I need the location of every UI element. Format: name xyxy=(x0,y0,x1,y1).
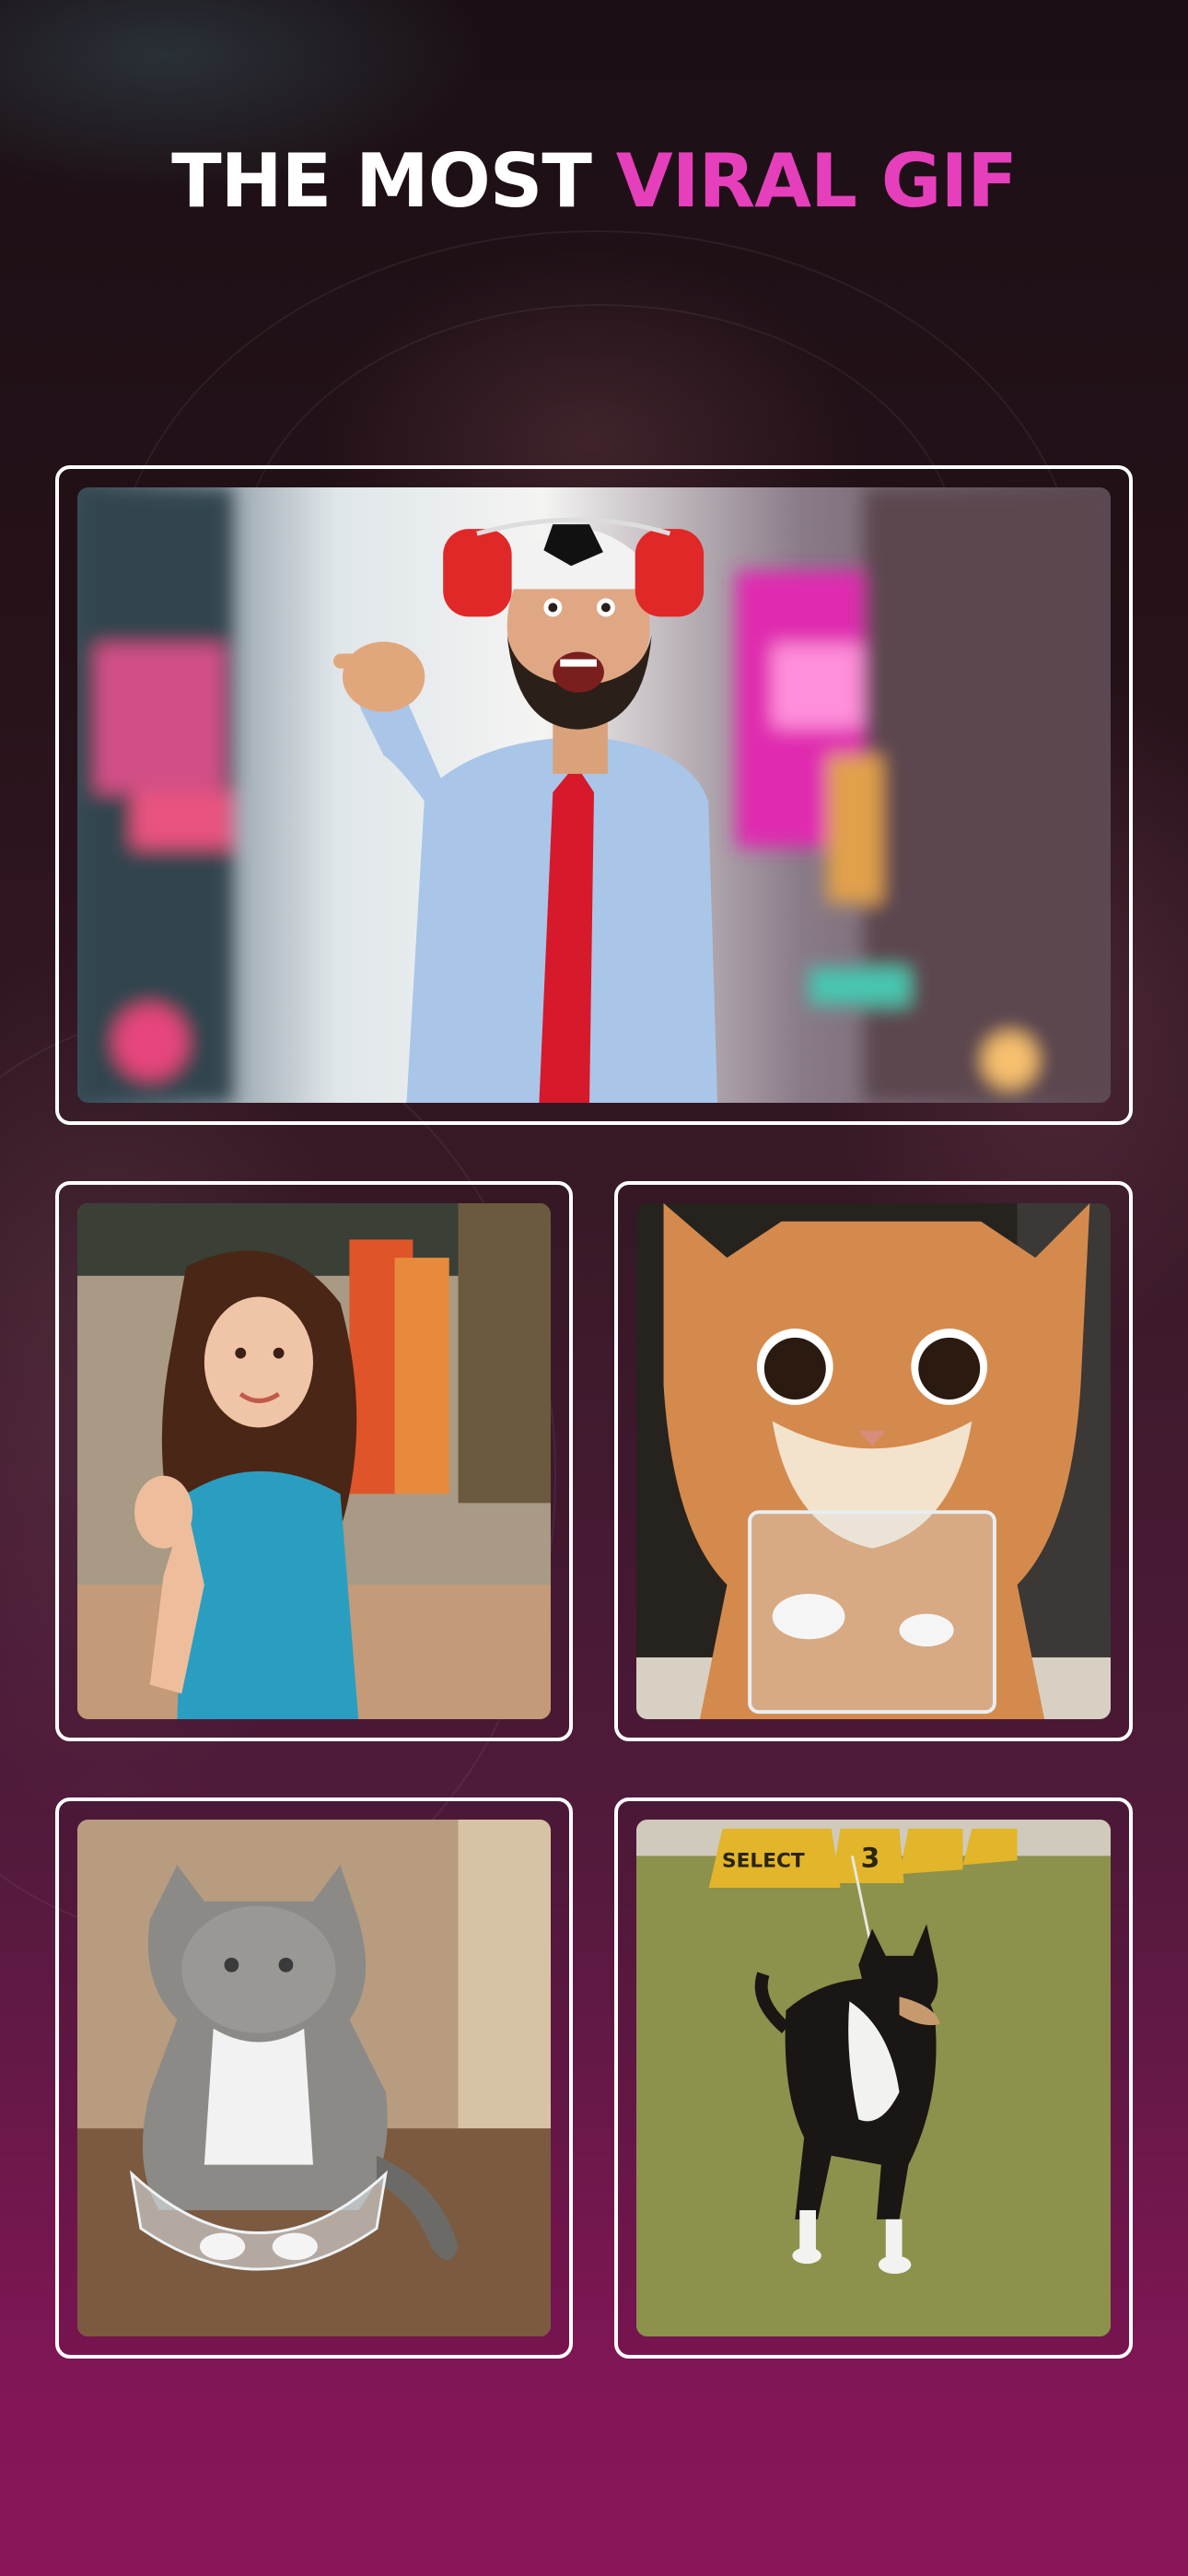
gif-image-waving-girl xyxy=(77,1203,551,1719)
gif-card-waving-girl[interactable] xyxy=(55,1181,573,1741)
title-part-accent: VIRAL GIF xyxy=(615,138,1018,224)
gif-card-cat-glass[interactable] xyxy=(614,1181,1133,1741)
title-part-white: THE MOST xyxy=(171,138,616,224)
gif-card-running-dog[interactable]: SELECT 3 xyxy=(614,1797,1133,2359)
page-title: THE MOST VIRAL GIF xyxy=(0,138,1188,224)
gif-image-pointing-man xyxy=(77,487,1111,1103)
sign-text-number: 3 xyxy=(861,1842,880,1873)
gif-image-cat-glass xyxy=(636,1203,1111,1719)
gif-card-pointing-man[interactable] xyxy=(55,465,1133,1125)
gif-card-cat-bowl[interactable] xyxy=(55,1797,573,2359)
page: THE MOST VIRAL GIF SELECT 3 xyxy=(0,0,1188,2576)
gif-image-running-dog: SELECT 3 xyxy=(636,1820,1111,2336)
sign-text-select: SELECT xyxy=(722,1849,805,1872)
gif-image-cat-bowl xyxy=(77,1820,551,2336)
